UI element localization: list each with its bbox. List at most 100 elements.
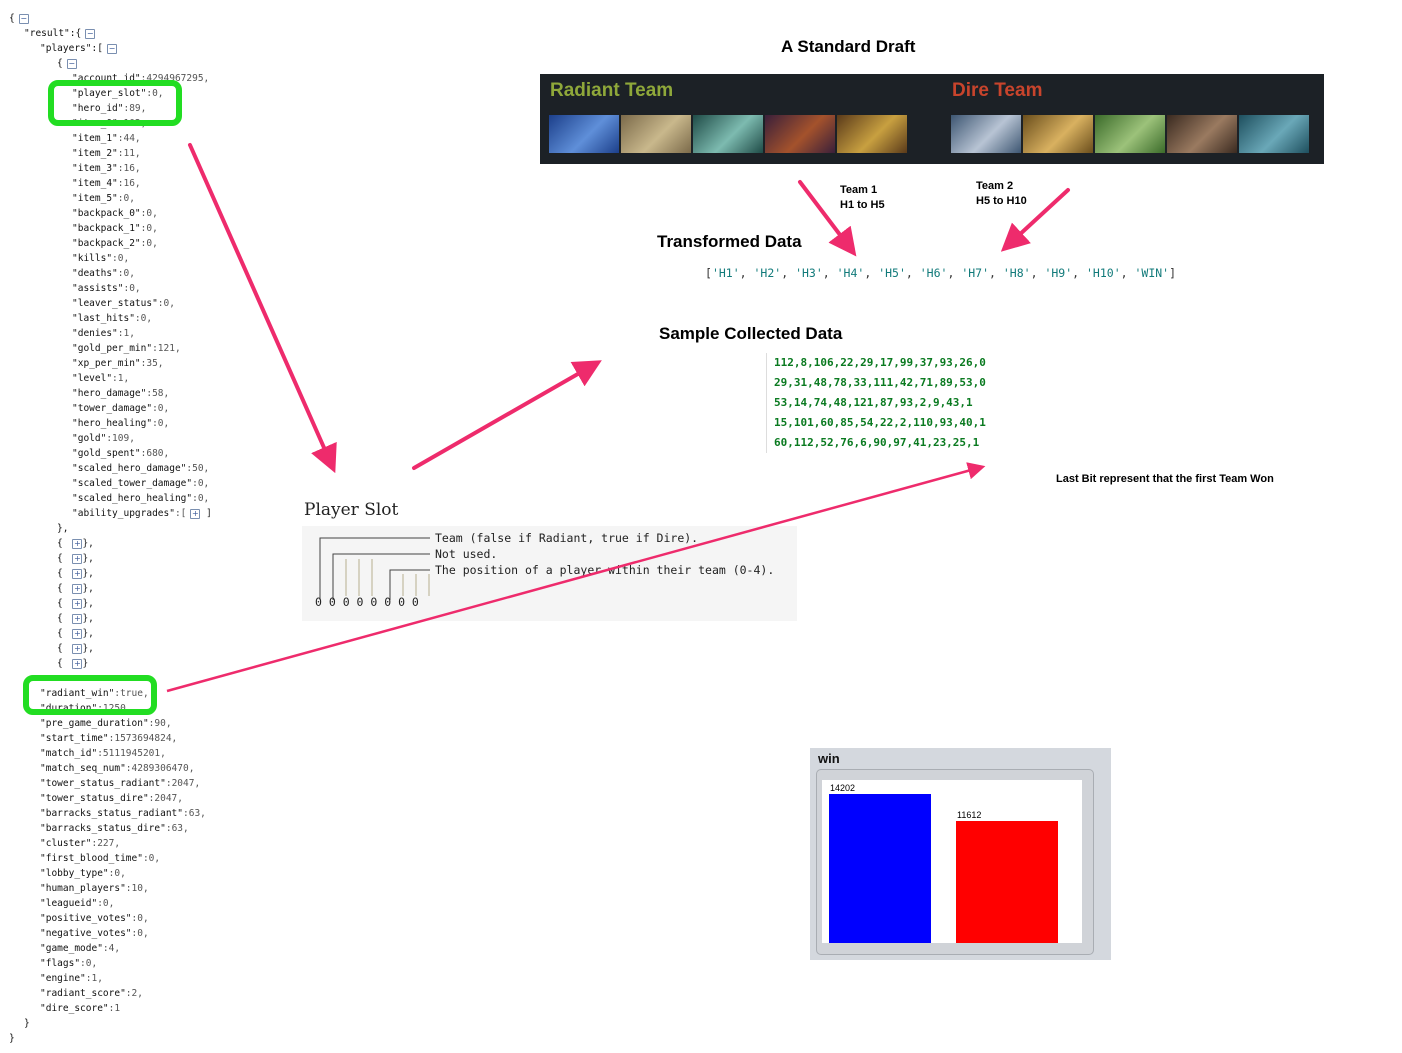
json-key: "human_players": [40, 883, 126, 894]
json-root-open[interactable]: {−: [9, 11, 29, 26]
json-collapsed-player[interactable]: { +},: [57, 536, 94, 551]
expand-icon[interactable]: +: [72, 643, 83, 654]
json-field: "gold_per_min":121,: [72, 341, 181, 356]
json-key: "lobby_type": [40, 868, 109, 879]
json-value: :1573694824,: [108, 733, 178, 744]
json-key: "scaled_tower_damage": [72, 478, 193, 489]
json-key: "flags": [40, 958, 81, 969]
json-field: "last_hits":0,: [72, 311, 152, 326]
chart-title: win: [818, 751, 840, 766]
json-collapsed-player[interactable]: { +},: [57, 566, 94, 581]
expand-icon[interactable]: +: [190, 508, 201, 519]
brace: {: [57, 553, 69, 564]
json-key: "radiant_score": [40, 988, 126, 999]
list-item: 'H2': [753, 266, 782, 280]
hero-portrait-icon: [621, 115, 691, 153]
expand-icon[interactable]: +: [72, 613, 83, 624]
json-key: "positive_votes": [40, 913, 132, 924]
expand-icon[interactable]: +: [72, 568, 83, 579]
json-value: :0,: [152, 403, 170, 414]
json-value: :63,: [183, 808, 206, 819]
json-key: "deaths": [72, 268, 118, 279]
expand-icon[interactable]: +: [72, 583, 83, 594]
collapse-icon[interactable]: −: [106, 43, 117, 54]
radiant-team-label: Radiant Team: [550, 80, 674, 101]
hero-portrait-icon: [951, 115, 1021, 153]
json-key: "ability_upgrades": [72, 508, 175, 519]
player-slot-title: Player Slot: [304, 500, 399, 520]
bracket: [: [705, 266, 712, 280]
json-value: :4,: [102, 943, 121, 954]
json-field: "item_2":11,: [72, 146, 141, 161]
json-value: :0,: [140, 208, 158, 219]
json-collapsed-player[interactable]: { +},: [57, 611, 94, 626]
json-key: "scaled_hero_damage": [72, 463, 187, 474]
expand-icon[interactable]: +: [72, 628, 83, 639]
brace: }: [82, 658, 89, 669]
brace: },: [82, 553, 94, 564]
transformed-title: Transformed Data: [657, 232, 802, 251]
expand-icon[interactable]: +: [72, 598, 83, 609]
json-result-key[interactable]: "result":{−: [24, 26, 96, 41]
json-field: "pre_game_duration":90,: [40, 716, 172, 731]
json-key: "item_5": [72, 193, 118, 204]
json-value: :16,: [117, 178, 141, 189]
json-key: "match_seq_num": [40, 763, 126, 774]
highlight-radiant-win-box: [23, 675, 157, 715]
json-value: :11,: [117, 148, 141, 159]
collapse-icon[interactable]: −: [66, 58, 77, 69]
sample-row: 60,112,52,76,6,90,97,41,23,25,1: [774, 436, 980, 449]
collapse-icon[interactable]: −: [18, 13, 29, 24]
expand-icon[interactable]: +: [72, 538, 83, 549]
bit-team-label: Team (false if Radiant, true if Dire).: [435, 531, 699, 545]
separator: ,: [864, 266, 879, 280]
collapse-icon[interactable]: −: [85, 28, 96, 39]
json-field: "negative_votes":0,: [40, 926, 149, 941]
expand-icon[interactable]: +: [72, 553, 83, 564]
json-field: "human_players":10,: [40, 881, 149, 896]
json-collapsed-player[interactable]: { +},: [57, 551, 94, 566]
json-field[interactable]: "ability_upgrades":[+ ]: [72, 506, 212, 521]
brace: },: [82, 538, 94, 549]
json-value: :0,: [140, 223, 158, 234]
json-key: "last_hits": [72, 313, 135, 324]
json-value: :44,: [117, 133, 141, 144]
json-player-close: },: [57, 521, 68, 536]
json-field: "match_id":5111945201,: [40, 746, 166, 761]
json-value: :0,: [117, 193, 135, 204]
arrow-json-to-slot: [188, 143, 337, 474]
json-value: :109,: [106, 433, 135, 444]
json-field: "gold_spent":680,: [72, 446, 169, 461]
brace: {: [57, 643, 69, 654]
json-value: :58,: [146, 388, 170, 399]
separator: ,: [739, 266, 754, 280]
json-value: :0,: [117, 268, 135, 279]
hero-portrait-icon: [1239, 115, 1309, 153]
brace: },: [82, 643, 94, 654]
json-key: "xp_per_min": [72, 358, 141, 369]
json-key: "barracks_status_dire": [40, 823, 166, 834]
json-collapsed-player[interactable]: { +},: [57, 641, 94, 656]
json-value: :0,: [80, 958, 98, 969]
json-field: "tower_damage":0,: [72, 401, 169, 416]
list-item: 'H9': [1044, 266, 1073, 280]
json-collapsed-player[interactable]: { +},: [57, 581, 94, 596]
hero-portrait-icon: [549, 115, 619, 153]
brace: {: [57, 598, 69, 609]
expand-icon[interactable]: +: [72, 658, 83, 669]
json-value: :0,: [142, 853, 161, 864]
chart-plot-area: 14202 11612: [822, 780, 1082, 943]
json-value: :121,: [152, 343, 181, 354]
json-collapsed-player[interactable]: { +},: [57, 596, 94, 611]
json-key: "assists": [72, 283, 124, 294]
separator: ,: [1072, 266, 1086, 280]
json-field: "match_seq_num":4289306470,: [40, 761, 194, 776]
json-collapsed-player[interactable]: { +},: [57, 626, 94, 641]
json-field: "backpack_2":0,: [72, 236, 158, 251]
bar: [956, 821, 1058, 943]
json-players-key[interactable]: "players":[−: [40, 41, 117, 56]
json-player-open[interactable]: {−: [57, 56, 77, 71]
json-collapsed-player[interactable]: { +}: [57, 656, 88, 671]
json-key: "leagueid": [40, 898, 98, 909]
brace: }: [9, 1033, 15, 1044]
